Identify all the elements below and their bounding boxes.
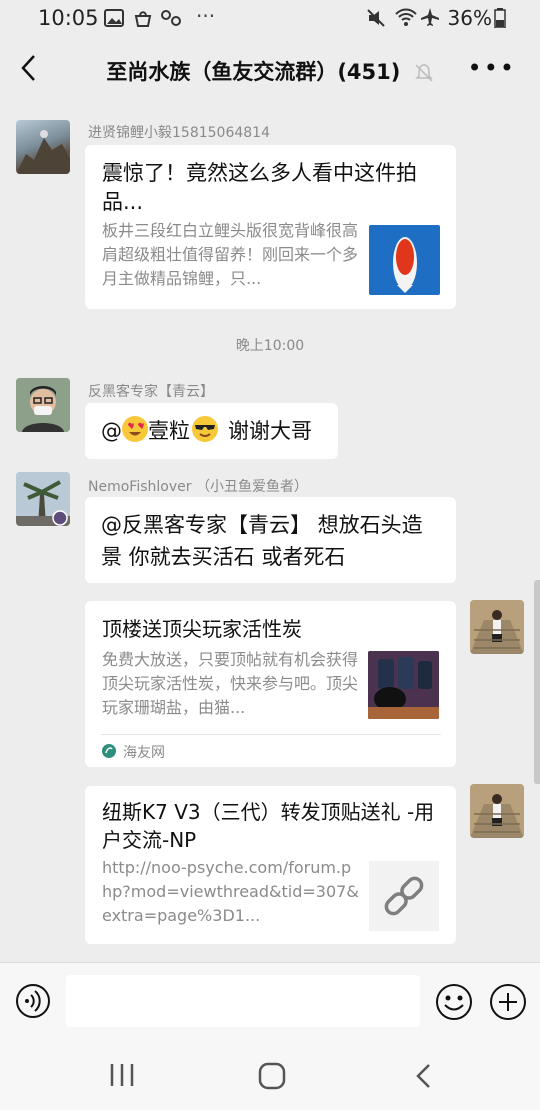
system-nav-bar [0,1040,540,1110]
link-status-icon [161,10,181,26]
emoji-icon[interactable] [435,983,473,1021]
link-icon [384,876,424,916]
koi-image [393,237,417,293]
mute-icon [367,9,385,27]
message-timestamp: 晚上10:00 [235,338,305,354]
wifi-icon [395,8,417,26]
system-back-button[interactable] [412,1062,436,1090]
input-bar [0,962,540,1041]
message-text: @ 壹粒 谢谢大哥 [101,415,312,447]
sender-name: 反黑客专家【青云】 [88,384,214,400]
more-options-button[interactable]: ••• [468,54,516,82]
card-title: 震惊了！竟然这么多人看中这件拍品... [102,161,417,214]
card-description: 板井三段红白立鲤头版很宽背峰很高肩超级粗壮值得留养！刚回来一个多月主做精品锦鲤，… [102,221,358,288]
avatar[interactable] [16,378,70,432]
link-card-bubble[interactable]: 顶楼送顶尖玩家活性炭 免费大放送，只要顶帖就有机会获得顶尖玩家活性炭，快来参与吧… [85,601,456,767]
message-input[interactable] [66,975,420,1027]
text-bubble[interactable]: @反黑客专家【青云】 想放石头造景 你就去买活石 或者死石 [85,497,456,583]
avatar-image [16,378,70,432]
card-thumbnail [369,225,440,295]
self-avatar[interactable] [470,784,524,838]
recent-apps-button[interactable] [108,1062,136,1088]
source-logo-icon [102,744,116,758]
card-title: 顶楼送顶尖玩家活性炭 [102,617,302,641]
home-button[interactable] [258,1062,286,1090]
sender-name: 进贤锦鲤小毅15815064814 [88,125,270,141]
avatar-image [16,130,70,174]
sender-name: NemoFishlover （小丑鱼爱鱼者） [88,479,308,495]
card-description: http://noo-psyche.com/forum.php?mod=view… [102,858,359,925]
text-bubble[interactable]: @ 壹粒 谢谢大哥 [85,403,338,459]
gallery-icon [104,9,124,27]
message-text: @反黑客专家【青云】 想放石头造景 你就去买活石 或者死石 [101,513,423,569]
airplane-icon [421,8,439,26]
bag-icon [134,11,152,27]
card-thumbnail [368,651,439,719]
battery-icon [494,8,506,28]
product-image [368,651,439,719]
divider [101,734,441,735]
card-thumbnail [369,861,439,931]
link-card-bubble[interactable]: 纽斯K7 V3（三代）转发顶贴送礼 -用户交流-NP http://noo-ps… [85,786,456,944]
voice-icon[interactable] [15,983,51,1019]
avatar-image [470,600,524,654]
avatar[interactable] [16,472,70,526]
sunglasses-emoji-icon [192,416,218,442]
plus-icon[interactable] [489,983,527,1021]
card-source: 海友网 [123,745,165,761]
mute-bell-icon [414,64,433,82]
status-time: 10:05 [38,6,99,30]
avatar[interactable] [16,120,70,174]
avatar-image [470,784,524,838]
chat-title: 至尚水族（鱼友交流群）(451) [0,56,540,86]
self-avatar[interactable] [470,600,524,654]
status-bar: 10:05 ··· 36% [0,0,540,36]
chat-header: 至尚水族（鱼友交流群）(451) ••• [0,36,540,102]
avatar-image [16,472,70,526]
heart-eyes-emoji-icon [122,416,148,442]
battery-percent: 36% [447,6,492,30]
card-title: 纽斯K7 V3（三代）转发顶贴送礼 -用户交流-NP [102,800,435,852]
more-notifications-icon: ··· [196,4,216,28]
link-card-bubble[interactable]: 震惊了！竟然这么多人看中这件拍品... 板井三段红白立鲤头版很宽背峰很高肩超级粗… [85,145,456,309]
card-description: 免费大放送，只要顶帖就有机会获得顶尖玩家活性炭，快来参与吧。顶尖玩家珊瑚盐，由猫… [102,650,358,717]
scrollbar[interactable] [534,580,540,784]
